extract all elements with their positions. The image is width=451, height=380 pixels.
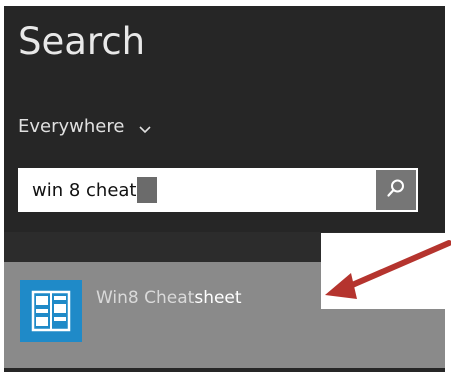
magnifier-icon [385,177,407,203]
result-name-prefix: Win8 Cheat [96,288,195,308]
search-button[interactable] [376,170,416,210]
red-arrow-icon [321,240,451,313]
search-input[interactable]: win 8 cheat [18,168,418,212]
result-name-match: sheet [194,288,242,308]
search-query-text: win 8 cheat [32,179,137,201]
app-tile-icon [20,280,82,342]
search-charm-pane: Search Everywhere win 8 cheat Win8 Cheat… [4,6,445,372]
pane-title: Search [18,20,146,63]
annotation-callout [321,233,451,309]
text-cursor [136,177,157,203]
result-app-name: Win8 Cheatsheet [96,288,242,308]
chevron-down-icon [138,120,152,134]
scope-label: Everywhere [18,116,125,137]
search-scope-dropdown[interactable]: Everywhere [18,116,152,137]
